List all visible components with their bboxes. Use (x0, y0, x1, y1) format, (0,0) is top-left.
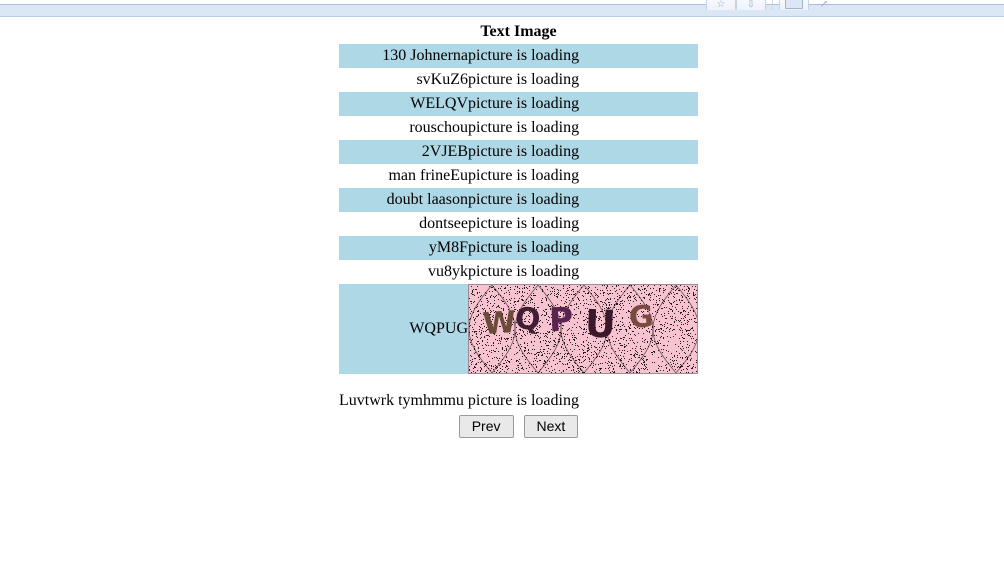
trailing-row-status: picture is loading (467, 392, 579, 409)
table-body: 130 Johnerna picture is loading svKuZ6 pict… (339, 44, 698, 374)
table-row: WELQV picture is loading (339, 92, 698, 116)
address-box-button[interactable] (779, 0, 809, 10)
captcha-image[interactable]: WQPUG (468, 284, 698, 374)
row-text-cell: svKuZ6 (339, 68, 468, 92)
page-content: Text Image 130 Johnerna picture is loadin… (0, 23, 1004, 578)
row-text-cell: rouschou (339, 116, 468, 140)
row-image-cell: picture is loading (468, 164, 698, 188)
trailing-row-text: Luvtwrk tymhmmu (339, 392, 464, 409)
toolbar-divider (772, 0, 773, 10)
download-button[interactable]: ⇩ (736, 0, 766, 10)
table-header-row: Text Image (339, 23, 698, 44)
row-text-cell: 130 Johnerna (339, 44, 468, 68)
bookmark-star-icon: ☆ (716, 0, 726, 10)
browser-toolbar-buttons: ☆ ⇩ ↗ (706, 0, 839, 10)
row-text-cell: dontsee (339, 212, 468, 236)
page-title: Text Image (480, 23, 557, 40)
row-text-cell: vu8yk (339, 260, 468, 284)
table-row: man frineEu picture is loading (339, 164, 698, 188)
row-text-cell: man frineEu (339, 164, 468, 188)
row-image-cell: picture is loading (468, 140, 698, 164)
captcha-table-row: WQPUG W Q P U G (339, 284, 698, 374)
row-image-cell: picture is loading (468, 236, 698, 260)
table-row: dontsee picture is loading (339, 212, 698, 236)
row-text-cell: yM8F (339, 236, 468, 260)
table-row: rouschou picture is loading (339, 116, 698, 140)
address-box-icon (785, 0, 803, 9)
table-row: vu8yk picture is loading (339, 260, 698, 284)
row-image-cell: picture is loading (468, 116, 698, 140)
table-row: 2VJEB picture is loading (339, 140, 698, 164)
bookmark-star-button[interactable]: ☆ (706, 0, 736, 10)
pointer-button[interactable]: ↗ (809, 0, 839, 10)
captcha-table: Text Image 130 Johnerna picture is loadin… (339, 23, 698, 374)
table-row: 130 Johnerna picture is loading (339, 44, 698, 68)
row-image-cell: picture is loading (468, 188, 698, 212)
table-row: doubt laason picture is loading (339, 188, 698, 212)
row-image-cell: picture is loading (468, 92, 698, 116)
captcha-image-cell: WQPUG (468, 284, 698, 374)
row-image-cell: picture is loading (468, 44, 698, 68)
row-text-cell: WELQV (339, 92, 468, 116)
browser-chrome: ☆ ⇩ ↗ (0, 0, 1004, 18)
table-row: svKuZ6 picture is loading (339, 68, 698, 92)
trailing-loading-row: Luvtwrk tymhmmu picture is loading (339, 391, 579, 411)
prev-button[interactable]: Prev (458, 415, 514, 438)
table-row: yM8F picture is loading (339, 236, 698, 260)
pagination-bar: Prev Next (339, 415, 698, 438)
row-text-cell: doubt laason (339, 188, 468, 212)
browser-toolbar-band (0, 4, 1004, 17)
row-text-cell: 2VJEB (339, 140, 468, 164)
pointer-icon: ↗ (819, 0, 829, 10)
row-image-cell: picture is loading (468, 212, 698, 236)
download-icon: ⇩ (746, 0, 756, 10)
captcha-noise-layer (469, 285, 697, 373)
row-image-cell: picture is loading (468, 260, 698, 284)
captcha-answer-text: WQPUG (339, 284, 468, 374)
row-image-cell: picture is loading (468, 68, 698, 92)
table-header: Text Image (339, 23, 698, 44)
next-button[interactable]: Next (523, 415, 579, 438)
